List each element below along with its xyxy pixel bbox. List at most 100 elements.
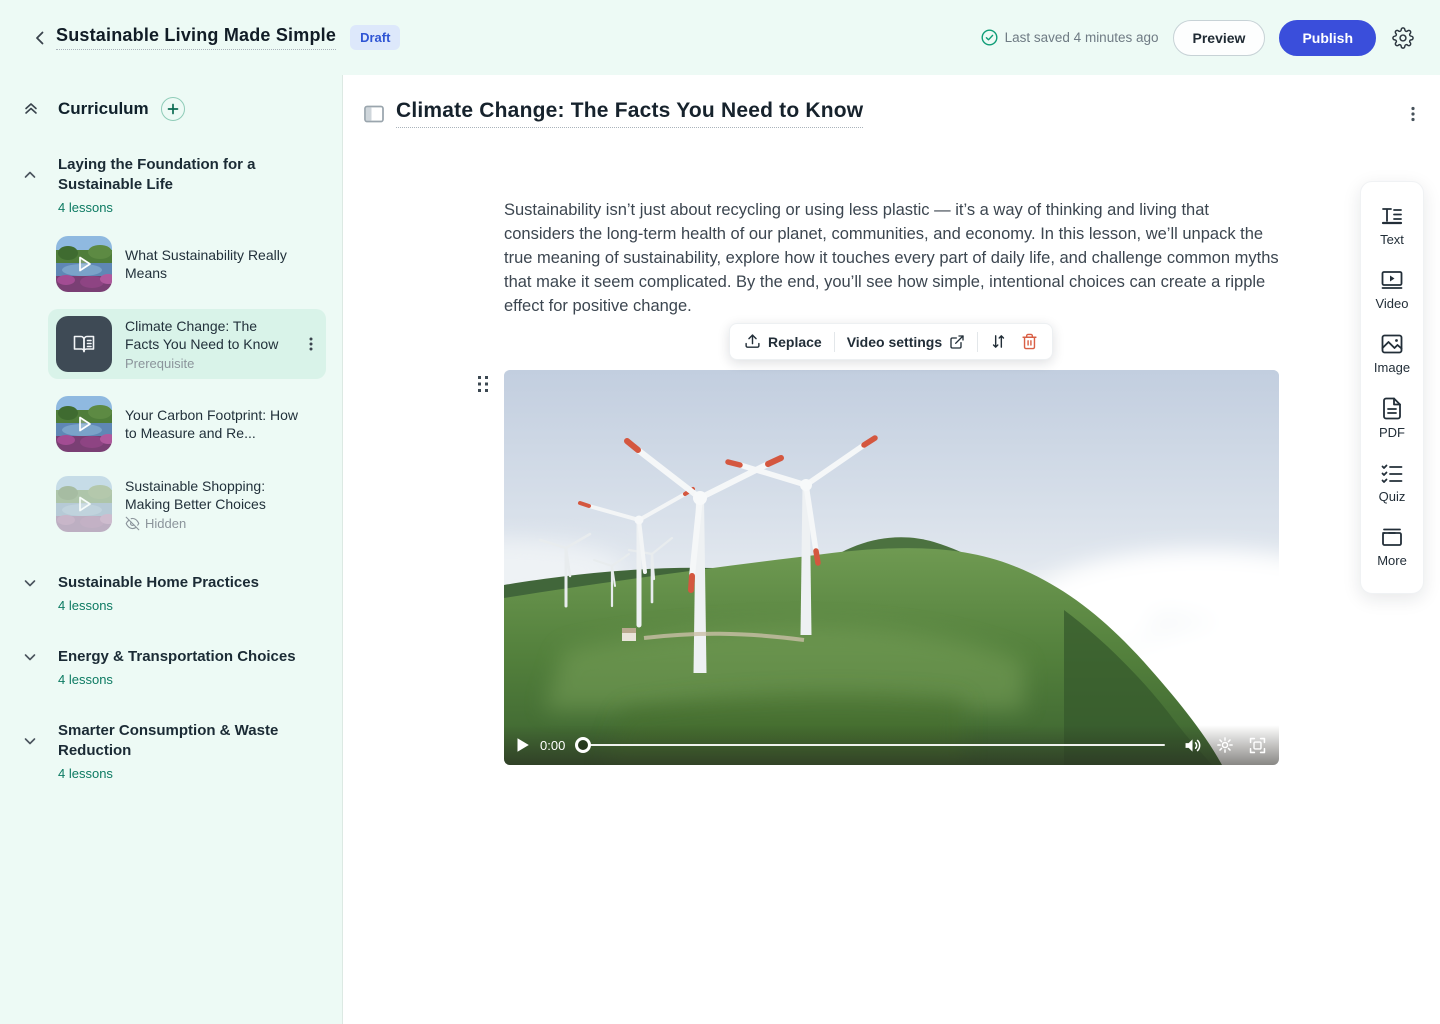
panel-toggle-button[interactable] [364, 105, 384, 123]
section-title: Laying the Foundation for a Sustainable … [58, 155, 298, 195]
quiz-icon [1380, 462, 1404, 484]
curriculum-sidebar: Curriculum Laying the Foundation for a S… [0, 75, 343, 1024]
more-icon [1380, 526, 1404, 548]
section-title: Sustainable Home Practices [58, 573, 298, 593]
section-header[interactable]: Laying the Foundation for a Sustainable … [16, 155, 326, 195]
publish-button[interactable]: Publish [1279, 20, 1376, 56]
section-lesson-count: 4 lessons [58, 766, 326, 781]
reorder-icon [990, 333, 1007, 350]
lesson-video-thumbnail [56, 396, 112, 452]
eye-off-icon [125, 516, 140, 531]
lesson-paragraph[interactable]: Sustainability isn’t just about recyclin… [504, 198, 1282, 318]
lesson-list: What Sustainability Really Means Climate… [48, 229, 326, 539]
image-icon [1380, 333, 1404, 355]
palette-item-text[interactable]: Text [1361, 194, 1423, 258]
palette-item-label: PDF [1379, 425, 1405, 440]
section-lesson-count: 4 lessons [58, 200, 326, 215]
palette-item-label: More [1377, 553, 1407, 568]
trash-icon [1021, 333, 1038, 350]
lesson-meta: Hidden [125, 516, 305, 531]
lesson-title: Sustainable Shopping: Making Better Choi… [125, 477, 305, 513]
video-settings-button[interactable]: Video settings [845, 330, 967, 354]
settings-icon [1216, 736, 1234, 754]
lesson-video-thumbnail [56, 236, 112, 292]
delete-block-button[interactable] [1019, 329, 1040, 354]
video-block-toolbar: Replace Video settings [729, 323, 1053, 360]
block-palette: Text Video Image PDF Quiz [1360, 181, 1424, 594]
lesson-text: What Sustainability Really Means [125, 246, 305, 282]
play-button[interactable] [516, 737, 530, 753]
back-icon [32, 30, 48, 46]
status-badge: Draft [350, 25, 400, 50]
external-link-icon [949, 334, 965, 350]
lesson-options-button[interactable] [1406, 105, 1420, 123]
page-title[interactable]: Climate Change: The Facts You Need to Kn… [396, 99, 863, 128]
lesson-item[interactable]: Your Carbon Footprint: How to Measure an… [48, 389, 326, 459]
gear-icon [1392, 27, 1414, 49]
section-title: Energy & Transportation Choices [58, 647, 298, 667]
settings-button[interactable] [1392, 27, 1414, 49]
lesson-item[interactable]: What Sustainability Really Means [48, 229, 326, 299]
section-title: Smarter Consumption & Waste Reduction [58, 721, 298, 761]
lesson-title: Your Carbon Footprint: How to Measure an… [125, 406, 305, 442]
fullscreen-button[interactable] [1248, 737, 1267, 754]
drag-handle-icon[interactable] [477, 375, 489, 393]
section-header[interactable]: Energy & Transportation Choices [16, 647, 326, 667]
curriculum-section: Laying the Foundation for a Sustainable … [16, 155, 326, 539]
palette-item-image[interactable]: Image [1361, 322, 1423, 386]
video-progress-bar[interactable] [575, 737, 1165, 753]
play-icon [516, 737, 530, 753]
curriculum-title: Curriculum [58, 99, 149, 119]
section-header[interactable]: Smarter Consumption & Waste Reduction [16, 721, 326, 761]
chevron-down-icon[interactable] [22, 575, 40, 591]
palette-item-label: Quiz [1379, 489, 1406, 504]
lesson-kebab-button[interactable] [304, 336, 318, 352]
lesson-text: Your Carbon Footprint: How to Measure an… [125, 406, 305, 442]
chevron-down-icon[interactable] [22, 733, 40, 749]
replace-label: Replace [768, 334, 822, 350]
topbar-actions: Last saved 4 minutes ago Preview Publish [981, 20, 1414, 56]
collapse-all-icon [22, 100, 40, 118]
section-lesson-count: 4 lessons [58, 598, 326, 613]
palette-item-label: Text [1380, 232, 1404, 247]
volume-button[interactable] [1183, 737, 1202, 754]
lesson-text: Sustainable Shopping: Making Better Choi… [125, 477, 305, 531]
reorder-button[interactable] [988, 329, 1009, 354]
video-timestamp: 0:00 [540, 738, 565, 753]
preview-button[interactable]: Preview [1173, 20, 1266, 56]
section-lesson-count: 4 lessons [58, 672, 326, 687]
replace-button[interactable]: Replace [742, 329, 824, 354]
pdf-icon [1381, 397, 1403, 420]
curriculum-header: Curriculum [16, 97, 326, 121]
add-curriculum-button[interactable] [161, 97, 185, 121]
lesson-item-hidden[interactable]: Sustainable Shopping: Making Better Choi… [48, 469, 326, 539]
video-icon [1380, 269, 1404, 291]
chevron-up-icon[interactable] [22, 167, 40, 183]
lesson-header: Climate Change: The Facts You Need to Kn… [364, 99, 1420, 128]
video-player[interactable]: 0:00 [504, 370, 1279, 765]
chevron-down-icon[interactable] [22, 649, 40, 665]
progress-track[interactable] [589, 744, 1165, 747]
lesson-reading-thumbnail [56, 316, 112, 372]
check-circle-icon [981, 29, 998, 46]
video-block[interactable]: 0:00 [504, 370, 1279, 765]
back-button[interactable] [26, 24, 54, 52]
text-icon [1380, 205, 1404, 227]
topbar: Sustainable Living Made Simple Draft Las… [0, 0, 1440, 75]
video-controls-right [1183, 736, 1267, 754]
video-settings-gear-button[interactable] [1216, 736, 1234, 754]
upload-icon [744, 333, 761, 350]
lesson-item-selected[interactable]: Climate Change: The Facts You Need to Kn… [48, 309, 326, 379]
palette-item-pdf[interactable]: PDF [1361, 386, 1423, 451]
collapse-all-button[interactable] [22, 100, 40, 118]
course-title[interactable]: Sustainable Living Made Simple [56, 25, 336, 50]
palette-item-quiz[interactable]: Quiz [1361, 451, 1423, 515]
kebab-icon [304, 336, 318, 352]
section-header[interactable]: Sustainable Home Practices [16, 573, 326, 593]
palette-item-more[interactable]: More [1361, 515, 1423, 579]
lesson-text: Climate Change: The Facts You Need to Kn… [125, 317, 291, 371]
last-saved-text: Last saved 4 minutes ago [1005, 30, 1159, 45]
curriculum-section: Smarter Consumption & Waste Reduction 4 … [16, 721, 326, 781]
palette-item-label: Video [1375, 296, 1408, 311]
palette-item-video[interactable]: Video [1361, 258, 1423, 322]
